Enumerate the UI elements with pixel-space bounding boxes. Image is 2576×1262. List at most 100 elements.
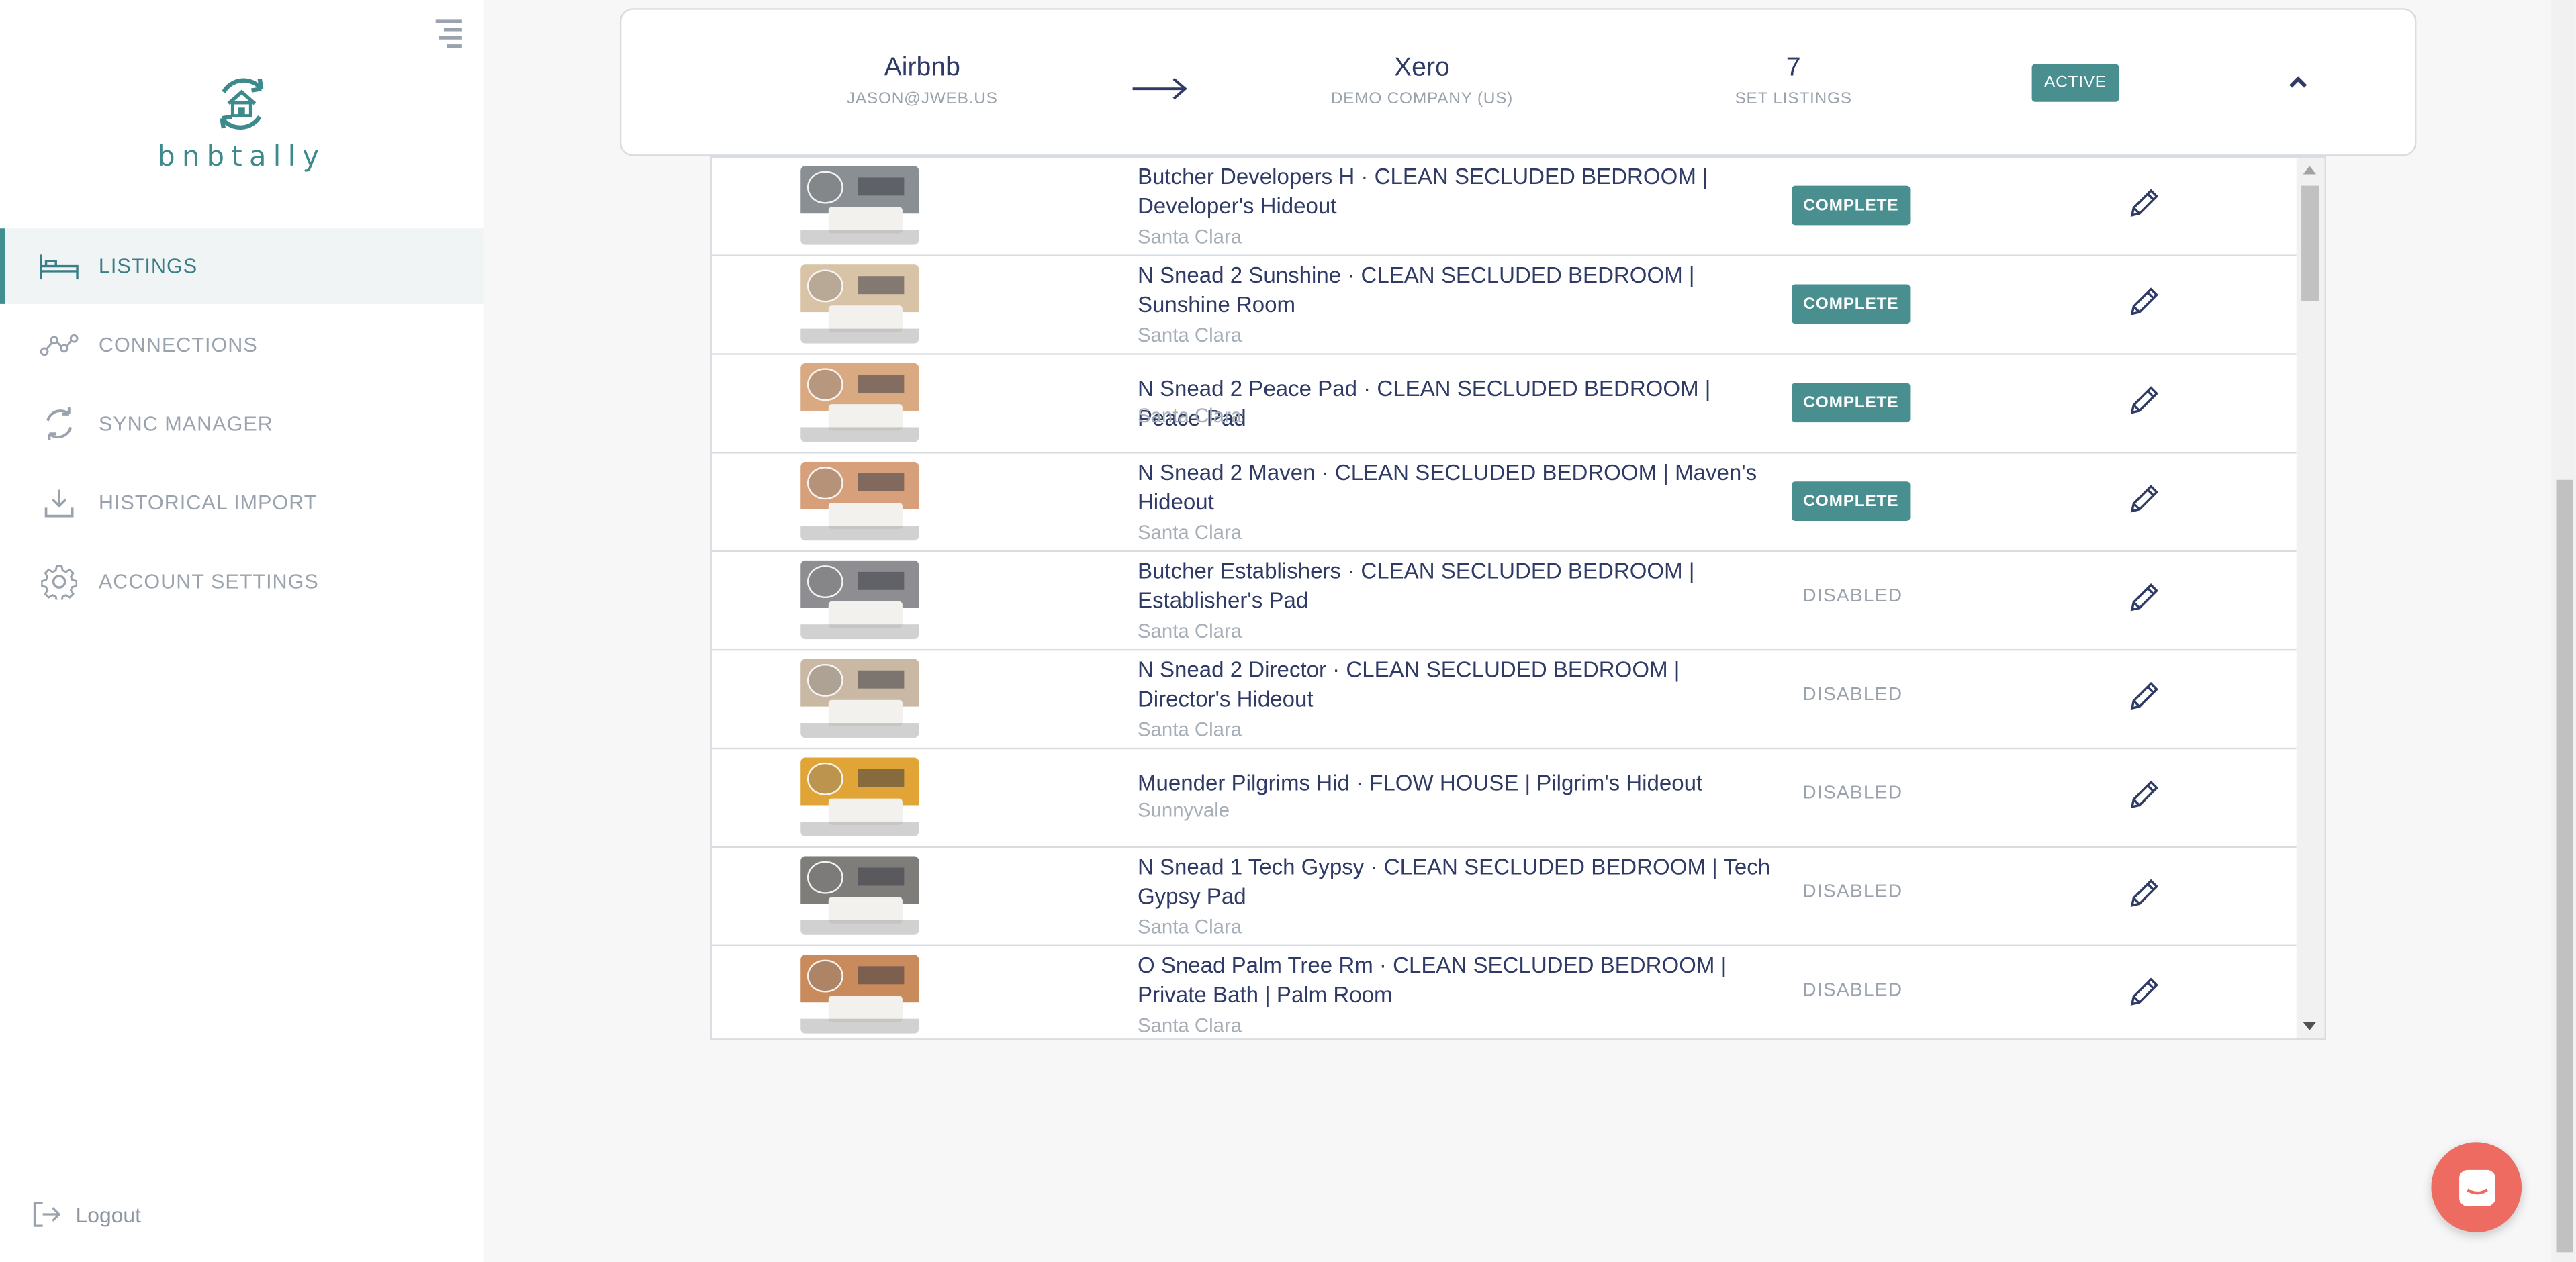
sidebar-item-historical-import[interactable]: HISTORICAL IMPORT xyxy=(0,465,484,541)
status-badge: COMPLETE xyxy=(1792,481,1911,521)
listing-location: Santa Clara xyxy=(1137,718,1242,742)
listings-count-label: SET LISTINGS xyxy=(1735,90,1852,109)
table-row: Butcher Establishers · CLEAN SECLUDED BE… xyxy=(711,552,2297,651)
flow-house-seal xyxy=(807,171,843,204)
listing-thumbnail xyxy=(800,560,919,640)
sidebar-item-sync-manager[interactable]: SYNC MANAGER xyxy=(0,386,484,462)
listing-thumbnail xyxy=(800,757,919,836)
gear-icon xyxy=(40,562,79,601)
listing-thumbnail xyxy=(800,461,919,541)
flow-house-seal xyxy=(807,565,843,599)
source-block: Airbnb JASON@JWEB.US xyxy=(823,54,1021,109)
listings-table: Butcher Developers H · CLEAN SECLUDED BE… xyxy=(710,156,2326,1040)
listing-title[interactable]: O Snead Palm Tree Rm · CLEAN SECLUDED BE… xyxy=(1138,951,1770,1010)
connection-card: Airbnb JASON@JWEB.US Xero DEMO COMPANY (… xyxy=(619,8,2417,156)
pencil-icon[interactable] xyxy=(2125,975,2162,1011)
table-row: Butcher Developers H · CLEAN SECLUDED BE… xyxy=(711,158,2297,256)
source-name: Airbnb xyxy=(884,54,960,83)
pencil-icon[interactable] xyxy=(2125,284,2162,320)
status-text: DISABLED xyxy=(1802,685,1903,706)
target-account: DEMO COMPANY (US) xyxy=(1330,90,1514,109)
flow-house-seal xyxy=(807,762,843,795)
chat-icon xyxy=(2458,1169,2495,1206)
table-row: N Snead 2 Director · CLEAN SECLUDED BEDR… xyxy=(711,650,2297,750)
status-badge: COMPLETE xyxy=(1792,185,1911,226)
source-account: JASON@JWEB.US xyxy=(846,90,998,109)
scroll-up-icon[interactable] xyxy=(2303,166,2317,175)
flow-house-seal xyxy=(807,861,843,894)
table-scrollbar[interactable] xyxy=(2296,157,2325,1039)
sidebar-item-label: LISTINGS xyxy=(98,254,198,278)
table-row: N Snead 2 Sunshine · CLEAN SECLUDED BEDR… xyxy=(711,256,2297,355)
listings-count-block: 7 SET LISTINGS xyxy=(1720,54,1868,109)
listing-title[interactable]: N Snead 1 Tech Gypsy · CLEAN SECLUDED BE… xyxy=(1138,853,1770,912)
sidebar-item-label: HISTORICAL IMPORT xyxy=(98,491,318,515)
listing-title[interactable]: N Snead 2 Director · CLEAN SECLUDED BEDR… xyxy=(1138,656,1770,715)
logo-wordmark: bnbtally xyxy=(157,141,326,175)
connections-icon xyxy=(40,326,79,365)
target-block: Xero DEMO COMPANY (US) xyxy=(1307,54,1537,109)
listing-thumbnail xyxy=(800,856,919,935)
listing-location: Santa Clara xyxy=(1137,520,1242,544)
sidebar-item-label: SYNC MANAGER xyxy=(98,412,273,436)
scroll-down-icon[interactable] xyxy=(2303,1022,2317,1030)
page-scroll-thumb[interactable] xyxy=(2556,479,2573,1253)
house-sync-logo-icon xyxy=(220,78,264,130)
listing-thumbnail xyxy=(800,955,919,1034)
chat-launcher-button[interactable] xyxy=(2431,1142,2522,1232)
menu-toggle-icon[interactable] xyxy=(435,18,462,48)
listing-title[interactable]: Butcher Developers H · CLEAN SECLUDED BE… xyxy=(1138,162,1770,222)
listing-thumbnail xyxy=(800,166,919,245)
listing-location: Santa Clara xyxy=(1137,404,1242,428)
bed-icon xyxy=(40,246,79,286)
listing-location: Santa Clara xyxy=(1137,324,1242,347)
listing-thumbnail xyxy=(800,264,919,344)
sidebar-item-account-settings[interactable]: ACCOUNT SETTINGS xyxy=(0,544,484,620)
status-badge: ACTIVE xyxy=(2031,64,2119,102)
logout-icon xyxy=(33,1202,61,1227)
pencil-icon[interactable] xyxy=(2125,186,2162,222)
pencil-icon[interactable] xyxy=(2125,580,2162,616)
flow-house-seal xyxy=(807,269,843,303)
listing-location: Santa Clara xyxy=(1137,619,1242,643)
logout-button[interactable]: Logout xyxy=(30,1198,141,1231)
flow-house-seal xyxy=(807,663,843,697)
listing-title[interactable]: N Snead 2 Sunshine · CLEAN SECLUDED BEDR… xyxy=(1138,261,1770,320)
flow-house-seal xyxy=(807,368,843,401)
app-window: bnbtally LISTINGS CONNECTIONS SYNC MANAG… xyxy=(0,0,2576,1262)
table-row: Muender Pilgrims Hid · FLOW HOUSE | Pilg… xyxy=(711,749,2297,848)
download-icon xyxy=(40,483,79,523)
sync-icon xyxy=(40,404,79,444)
listing-thumbnail xyxy=(800,362,919,442)
page-scrollbar[interactable] xyxy=(2551,0,2576,1262)
listings-count: 7 xyxy=(1786,54,1801,83)
status-badge: COMPLETE xyxy=(1792,284,1911,324)
listing-title[interactable]: Butcher Establishers · CLEAN SECLUDED BE… xyxy=(1138,557,1770,616)
listing-thumbnail xyxy=(800,659,919,738)
status-badge: COMPLETE xyxy=(1792,383,1911,423)
pencil-icon[interactable] xyxy=(2125,679,2162,715)
table-row: N Snead 2 Peace Pad · CLEAN SECLUDED BED… xyxy=(711,355,2297,454)
flow-house-seal xyxy=(807,466,843,500)
listing-location: Santa Clara xyxy=(1137,1014,1242,1037)
sidebar: bnbtally LISTINGS CONNECTIONS SYNC MANAG… xyxy=(0,0,484,1262)
status-text: DISABLED xyxy=(1802,783,1903,804)
listing-title[interactable]: Muender Pilgrims Hid · FLOW HOUSE | Pilg… xyxy=(1138,769,1770,799)
pencil-icon[interactable] xyxy=(2125,777,2162,814)
scroll-thumb[interactable] xyxy=(2301,185,2319,301)
listing-title[interactable]: N Snead 2 Maven · CLEAN SECLUDED BEDROOM… xyxy=(1138,458,1770,518)
status-text: DISABLED xyxy=(1802,981,1903,1001)
sidebar-item-listings[interactable]: LISTINGS xyxy=(0,228,484,304)
pencil-icon[interactable] xyxy=(2125,383,2162,419)
pencil-icon[interactable] xyxy=(2125,481,2162,518)
logo: bnbtally xyxy=(0,72,484,175)
listing-location: Santa Clara xyxy=(1137,915,1242,938)
table-row: O Snead Palm Tree Rm · CLEAN SECLUDED BE… xyxy=(712,947,2297,1038)
table-row: N Snead 2 Maven · CLEAN SECLUDED BEDROOM… xyxy=(711,454,2297,552)
sidebar-item-connections[interactable]: CONNECTIONS xyxy=(0,307,484,383)
listing-location: Sunnyvale xyxy=(1137,798,1230,822)
sidebar-nav: LISTINGS CONNECTIONS SYNC MANAGER HISTOR… xyxy=(0,228,484,622)
chevron-up-icon[interactable] xyxy=(2287,70,2309,93)
pencil-icon[interactable] xyxy=(2125,876,2162,912)
status-text: DISABLED xyxy=(1802,586,1903,607)
